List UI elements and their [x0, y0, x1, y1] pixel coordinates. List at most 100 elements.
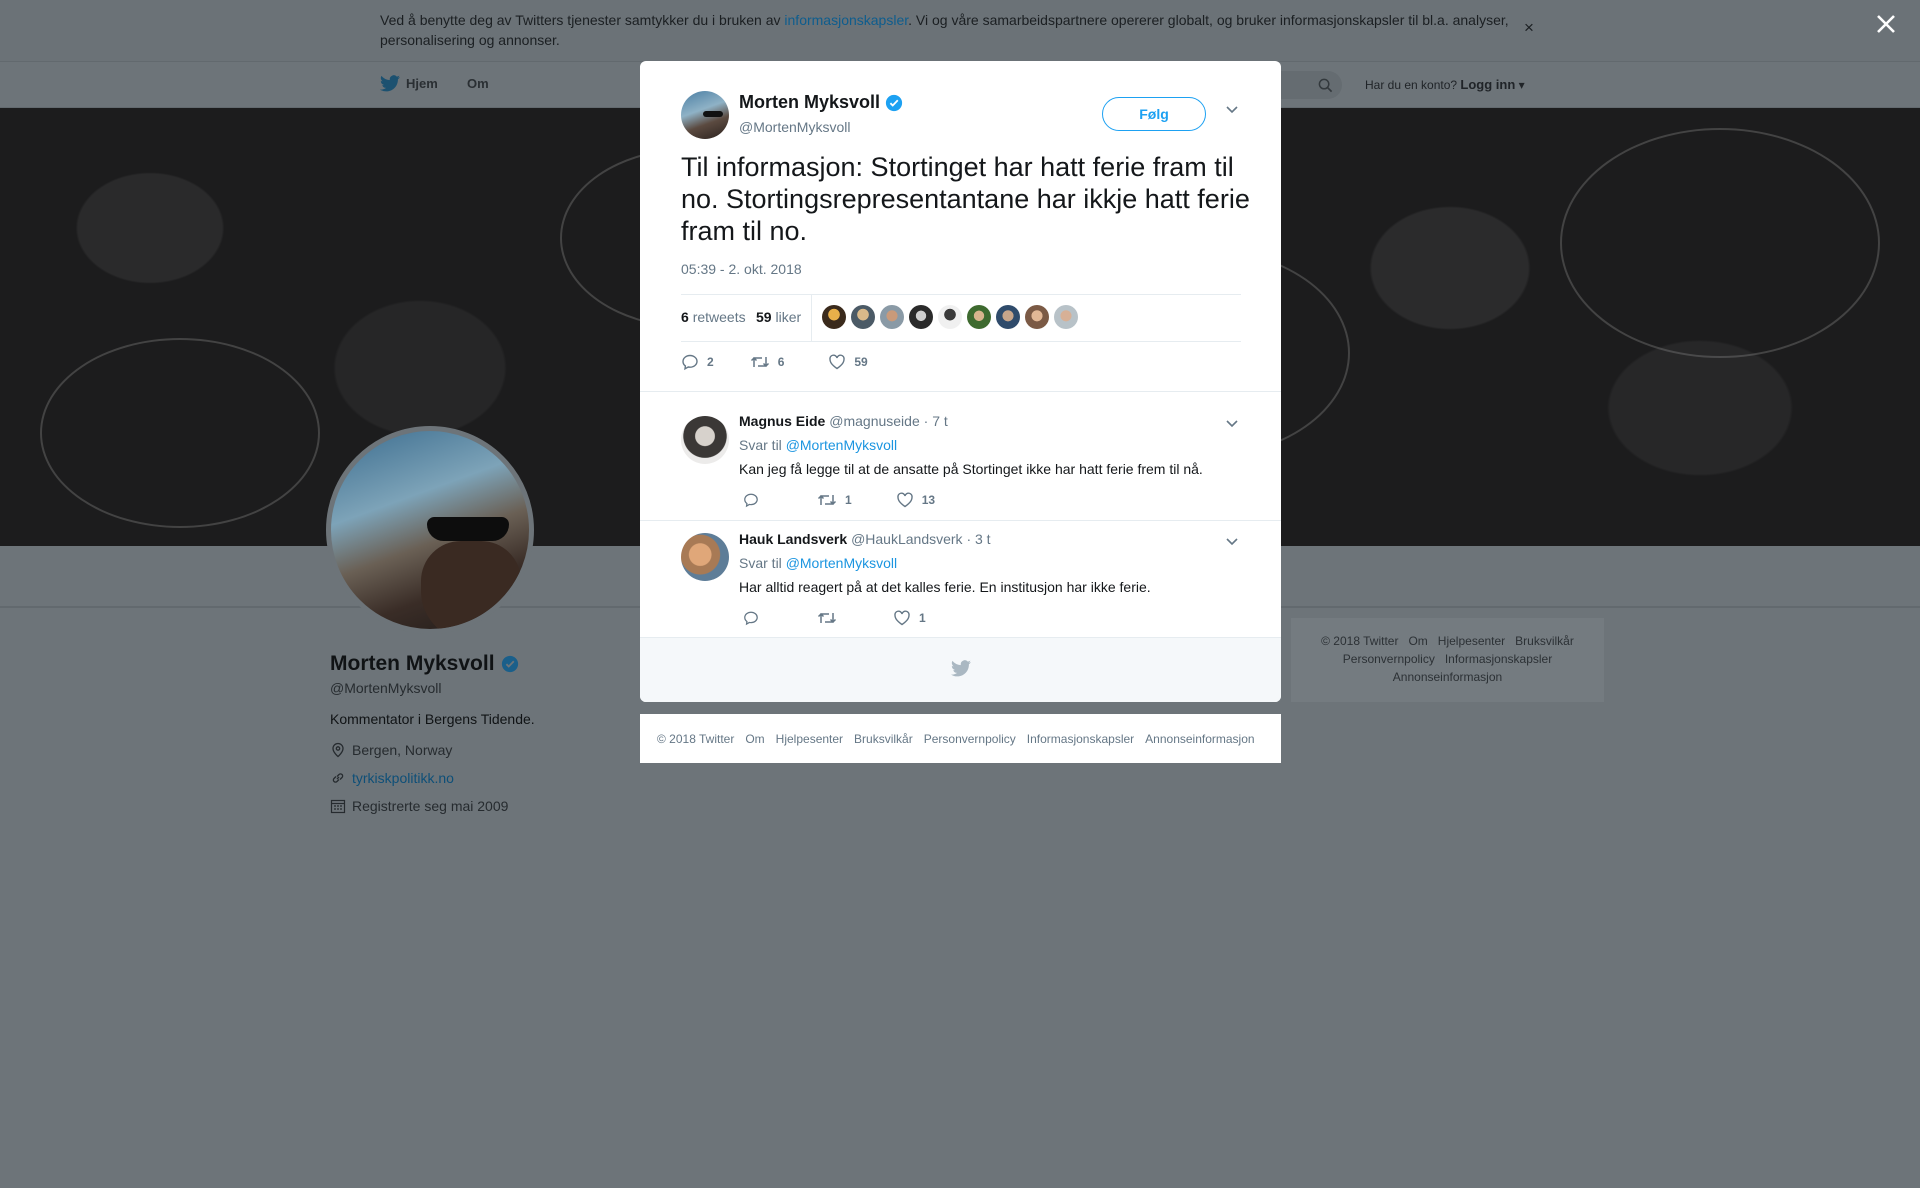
follow-button[interactable]: Følg — [1102, 97, 1206, 131]
chevron-down-icon[interactable] — [1225, 537, 1239, 547]
reply-header: Magnus Eide @magnuseide · 7 t — [739, 413, 948, 429]
reply-author-handle[interactable]: @HaukLandsverk — [851, 531, 963, 547]
reply-tweet[interactable]: Hauk Landsverk @HaukLandsverk · 3 t Svar… — [640, 520, 1281, 637]
close-icon[interactable] — [1874, 12, 1898, 36]
footer-link[interactable]: © 2018 Twitter — [657, 732, 734, 746]
profile-website-link[interactable]: tyrkiskpolitikk.no — [352, 770, 454, 786]
cookie-text-start: Ved å benytte deg av Twitters tjenester … — [380, 12, 785, 28]
nav-about[interactable]: Om — [467, 76, 489, 91]
likers-avatars — [822, 305, 1078, 329]
liker-avatar[interactable] — [851, 305, 875, 329]
avatar-face — [421, 541, 521, 629]
reply-time[interactable]: · 7 t — [924, 413, 948, 429]
side-footer: © 2018 Twitter Om Hjelpesenter Bruksvilkår … — [1291, 618, 1604, 702]
modal-bottom-bar — [640, 637, 1281, 702]
retweets-count: 6 — [681, 309, 689, 325]
footer-link[interactable]: Personvernpolicy — [924, 732, 1016, 746]
reply-header: Hauk Landsverk @HaukLandsverk · 3 t — [739, 531, 991, 547]
likes-count: 59 — [756, 309, 772, 325]
tweet-author-name[interactable]: Morten Myksvoll — [739, 92, 903, 113]
reply-text: Har alltid reagert på at det kalles feri… — [739, 579, 1151, 595]
chevron-down-icon[interactable] — [1225, 419, 1239, 429]
tweet-actions: 2 6 59 — [681, 353, 868, 371]
footer-link[interactable]: Bruksvilkår — [854, 732, 913, 746]
banner-shape — [40, 338, 320, 528]
reply-to: Svar til @MortenMyksvoll — [739, 555, 897, 571]
reply-to-mention[interactable]: @MortenMyksvoll — [786, 437, 897, 453]
footer-link[interactable]: Om — [1408, 634, 1427, 648]
like-action[interactable]: 1 — [893, 610, 926, 626]
reply-action[interactable] — [743, 492, 759, 508]
like-count: 59 — [854, 355, 868, 369]
tweet-text: Til informasjon: Stortinget har hatt fer… — [681, 152, 1250, 246]
cookie-link[interactable]: informasjonskapsler — [784, 12, 908, 28]
footer-link[interactable]: Hjelpesenter — [776, 732, 843, 746]
reply-avatar[interactable] — [681, 533, 729, 581]
profile-joined-text: Registrerte seg mai 2009 — [352, 798, 509, 814]
profile-website: tyrkiskpolitikk.no — [330, 770, 454, 786]
reply-author-name[interactable]: Magnus Eide — [739, 413, 825, 429]
reply-author-name[interactable]: Hauk Landsverk — [739, 531, 847, 547]
stats-divider — [811, 295, 812, 341]
link-icon — [332, 773, 344, 783]
reply-actions: 1 — [743, 610, 926, 626]
chevron-down-icon: ▾ — [1515, 78, 1525, 92]
reply-text: Kan jeg få legge til at de ansatte på St… — [739, 461, 1203, 477]
nav-home[interactable]: Hjem — [380, 75, 438, 92]
reply-tweet[interactable]: Magnus Eide @magnuseide · 7 t Svar til @… — [640, 391, 1281, 520]
reply-to-mention[interactable]: @MortenMyksvoll — [786, 555, 897, 571]
retweet-action[interactable]: 6 — [750, 354, 784, 370]
cookie-text: Ved å benytte deg av Twitters tjenester … — [380, 10, 1530, 50]
reply-action[interactable] — [743, 610, 759, 626]
liker-avatar[interactable] — [938, 305, 962, 329]
tweet-timestamp[interactable]: 05:39 - 2. okt. 2018 — [681, 261, 802, 277]
likes-stat[interactable]: 59 liker — [756, 309, 801, 325]
login-link[interactable]: Logg inn — [1460, 77, 1515, 92]
liker-avatar[interactable] — [909, 305, 933, 329]
reply-action[interactable]: 2 — [681, 353, 714, 371]
profile-avatar[interactable] — [326, 426, 534, 634]
footer-link[interactable]: Annonseinformasjon — [1145, 732, 1254, 746]
reply-author-handle[interactable]: @magnuseide — [829, 413, 920, 429]
reply-count: 2 — [707, 355, 714, 369]
reply-icon — [744, 611, 758, 626]
liker-avatar[interactable] — [880, 305, 904, 329]
retweet-action[interactable] — [817, 610, 845, 626]
cookie-banner: Ved å benytte deg av Twitters tjenester … — [0, 0, 1920, 62]
retweet-count: 1 — [845, 493, 852, 507]
calendar-icon — [330, 799, 346, 814]
footer-link[interactable]: Annonseinformasjon — [1393, 670, 1502, 684]
liker-avatar[interactable] — [822, 305, 846, 329]
like-action[interactable]: 59 — [828, 354, 868, 370]
likes-label: liker — [775, 309, 802, 325]
liker-avatar[interactable] — [1025, 305, 1049, 329]
footer-link[interactable]: Om — [745, 732, 764, 746]
modal-footer: © 2018 Twitter Om Hjelpesenter Bruksvilk… — [640, 714, 1281, 763]
footer-link[interactable]: Hjelpesenter — [1438, 634, 1505, 648]
reply-actions: 1 13 — [743, 492, 935, 508]
reply-time[interactable]: · 3 t — [966, 531, 990, 547]
profile-joined: Registrerte seg mai 2009 — [330, 798, 508, 814]
cookie-close-icon[interactable]: × — [1524, 18, 1534, 38]
footer-link[interactable]: Personvernpolicy — [1343, 652, 1435, 666]
reply-avatar[interactable] — [681, 416, 729, 464]
retweet-action[interactable]: 1 — [817, 492, 852, 508]
liker-avatar[interactable] — [1054, 305, 1078, 329]
tweet-author-name-text: Morten Myksvoll — [739, 92, 881, 112]
verified-icon — [885, 94, 903, 111]
reply-to: Svar til @MortenMyksvoll — [739, 437, 897, 453]
liker-avatar[interactable] — [967, 305, 991, 329]
tweet-author-handle[interactable]: @MortenMyksvoll — [739, 119, 850, 135]
retweet-icon — [750, 356, 769, 368]
liker-avatar[interactable] — [996, 305, 1020, 329]
tweet-author-avatar[interactable] — [681, 91, 729, 139]
like-action[interactable]: 13 — [896, 492, 935, 508]
footer-link[interactable]: Informasjonskapsler — [1445, 652, 1552, 666]
footer-link[interactable]: Informasjonskapsler — [1027, 732, 1134, 746]
chevron-down-icon[interactable] — [1225, 105, 1239, 115]
profile-handle: @MortenMyksvoll — [330, 680, 442, 696]
footer-link[interactable]: Bruksvilkår — [1515, 634, 1574, 648]
footer-link[interactable]: © 2018 Twitter — [1321, 634, 1398, 648]
profile-location-text: Bergen, Norway — [352, 742, 453, 758]
retweets-stat[interactable]: 6 retweets — [681, 309, 746, 325]
